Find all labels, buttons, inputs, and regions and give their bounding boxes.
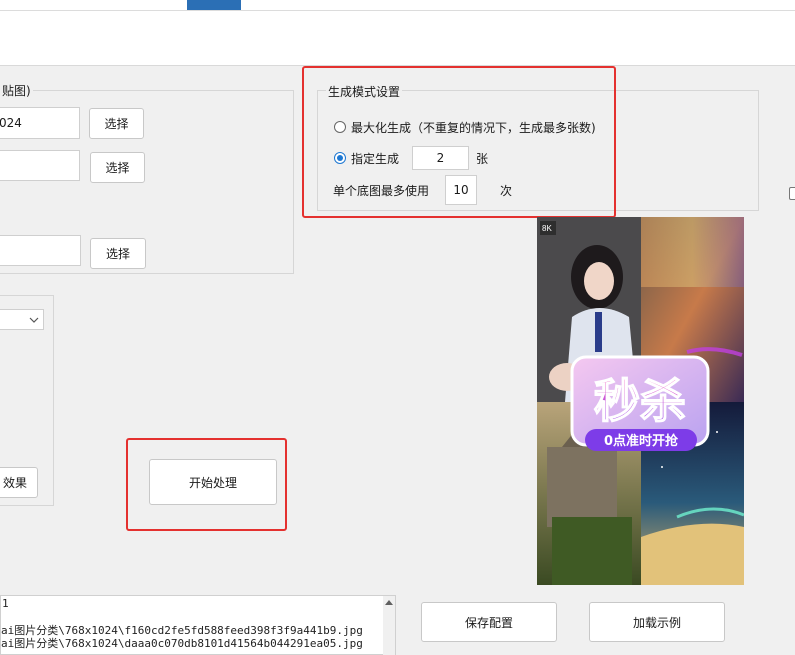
log-line: ai图片分类\768x1024\f160cd2fe5fd588feed398f3…	[1, 624, 363, 637]
choose-button-3[interactable]: 选择	[90, 238, 146, 269]
log-output[interactable]: 1 ai图片分类\768x1024\f160cd2fe5fd588feed398…	[0, 595, 396, 655]
start-highlight-box	[126, 438, 287, 531]
save-config-button[interactable]: 保存配置	[421, 602, 557, 642]
path-input-3[interactable]	[0, 235, 81, 266]
log-line: 1	[2, 597, 9, 610]
effect-dropdown[interactable]	[0, 309, 44, 330]
checkbox-edge[interactable]	[789, 187, 795, 200]
log-line: ai图片分类\768x1024\daaa0c070db8101d41564b04…	[1, 637, 363, 650]
chevron-down-icon	[29, 317, 39, 323]
mode-highlight-box	[302, 66, 616, 218]
preview-collage: 8K 秒杀 0点准时开抢	[537, 217, 744, 585]
preview-image: 8K 秒杀 0点准时开抢	[537, 217, 744, 585]
load-example-button[interactable]: 加载示例	[589, 602, 725, 642]
tab-strip	[0, 0, 795, 11]
badge-text: 8K	[542, 224, 552, 233]
scroll-up-icon[interactable]	[383, 597, 395, 607]
choose-button-1[interactable]: 选择	[89, 108, 144, 139]
source-settings-group-title: 贴图)	[0, 82, 33, 99]
toolbar-area	[0, 11, 795, 66]
preview-effect-button[interactable]: 效果	[0, 467, 38, 498]
sticker-sub-text: 0点准时开抢	[604, 433, 679, 449]
path-input-2[interactable]	[0, 150, 80, 181]
log-scrollbar[interactable]	[383, 596, 395, 655]
choose-button-2[interactable]: 选择	[90, 152, 145, 183]
active-tab[interactable]	[187, 0, 241, 10]
sticker-main-text: 秒杀	[594, 374, 686, 428]
size-input[interactable]: 024	[0, 107, 80, 139]
